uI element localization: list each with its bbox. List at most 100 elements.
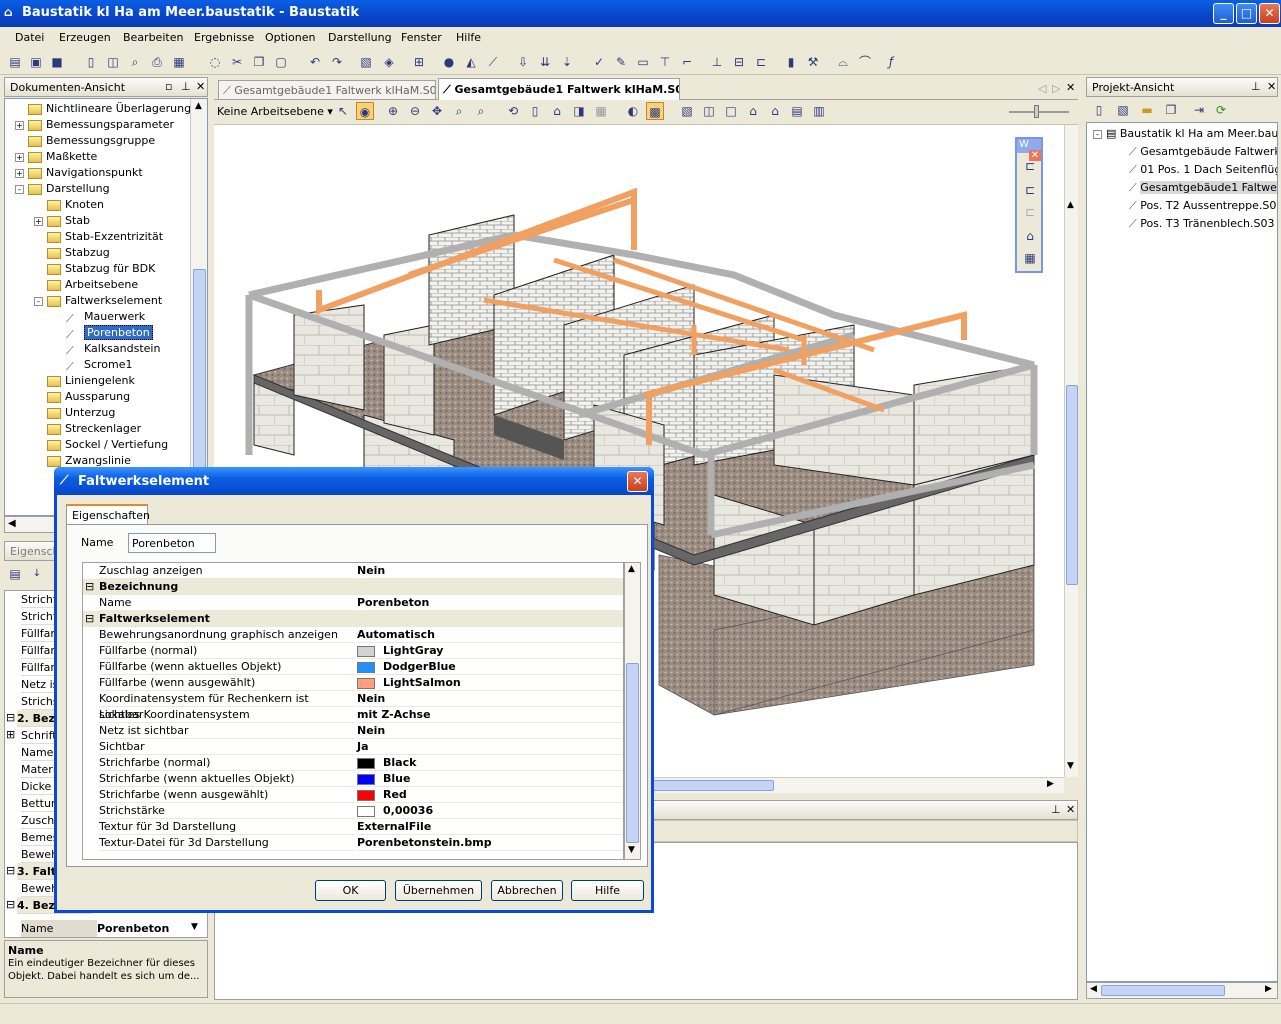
scroll-down-icon[interactable]: ▼ xyxy=(1067,761,1074,771)
tree-item[interactable]: Liniengelenk xyxy=(34,373,135,389)
copy-icon[interactable]: ❐ xyxy=(250,53,268,71)
scroll-left-icon[interactable]: ◀ xyxy=(1090,984,1097,994)
property-value[interactable]: Nein xyxy=(357,563,623,579)
property-row[interactable]: Strichstärke 0,00036 xyxy=(83,803,623,819)
menu-bearbeiten[interactable]: Bearbeiten xyxy=(123,31,183,44)
tab-document-1[interactable]: ⟋ Gesamtgebäude1 Faltwerk klHaM.S03 xyxy=(218,80,436,100)
dropdown-arrow-icon[interactable]: ▼ xyxy=(191,922,198,932)
menu-fenster[interactable]: Fenster xyxy=(401,31,442,44)
pencil-icon[interactable]: ✎ xyxy=(612,53,630,71)
property-row[interactable]: Bewehrungsanordnung graphisch anzeigen Au… xyxy=(83,627,623,643)
project-export-icon[interactable]: ⇥ xyxy=(1190,101,1208,119)
help-button[interactable]: Hilfe xyxy=(571,880,644,901)
tree-item[interactable]: Aussparung xyxy=(34,389,130,405)
property-row[interactable]: Füllfarbe (wenn ausgewählt) LightSalmon xyxy=(83,675,623,691)
project-add-icon[interactable]: ▧ xyxy=(1114,101,1132,119)
expand-toggle-icon[interactable]: - xyxy=(1093,129,1102,139)
view-house-icon[interactable]: ⌂ xyxy=(548,102,566,120)
property-value[interactable]: Porenbeton xyxy=(357,595,623,611)
zoom-slider-thumb[interactable] xyxy=(1034,105,1039,118)
property-row[interactable]: Sichtbar Ja xyxy=(83,739,623,755)
result-icon[interactable]: ⌓ xyxy=(834,53,852,71)
expand-toggle-icon[interactable]: - xyxy=(15,184,24,194)
new-icon[interactable]: ▤ xyxy=(6,53,24,71)
property-value[interactable]: Porenbetonstein.bmp xyxy=(357,835,623,851)
expand-toggle-icon[interactable]: ⊟ xyxy=(6,711,15,724)
menu-ergebnisse[interactable]: Ergebnisse xyxy=(194,31,254,44)
support-icon[interactable]: ◭ xyxy=(462,53,480,71)
property-value[interactable]: Nein xyxy=(357,691,623,707)
project-new-icon[interactable]: ▯ xyxy=(1090,101,1108,119)
cube-icon[interactable]: ◈ xyxy=(380,53,398,71)
bottom-close-icon[interactable]: ✕ xyxy=(1066,803,1075,816)
property-value[interactable]: LightGray xyxy=(357,643,623,659)
result2-icon[interactable]: ⌒ xyxy=(856,53,874,71)
scroll-right-icon[interactable]: ▶ xyxy=(1047,779,1054,789)
menu-optionen[interactable]: Optionen xyxy=(265,31,315,44)
property-row[interactable]: Zuschlag anzeigen Nein xyxy=(83,563,623,579)
scroll-up-icon[interactable]: ▲ xyxy=(1067,200,1074,210)
property-row[interactable]: Netz ist sichtbar Nein xyxy=(83,723,623,739)
project-copy-icon[interactable]: ❐ xyxy=(1162,101,1180,119)
pointer-icon[interactable]: ↖ xyxy=(334,102,352,120)
property-value[interactable]: Black xyxy=(357,755,623,771)
view-plan-icon[interactable]: ▥ xyxy=(810,102,828,120)
tree-item[interactable]: ⟋ Kalksandstein xyxy=(53,341,160,357)
scroll-up-icon[interactable]: ▲ xyxy=(195,101,202,111)
expand-toggle-icon[interactable]: - xyxy=(34,296,43,306)
project-item[interactable]: ⟋ Gesamtgebäude Faltwerk k xyxy=(1129,144,1277,160)
beam-icon[interactable]: ⟋ xyxy=(484,53,502,71)
property-row[interactable]: Strichfarbe (wenn aktuelles Objekt) Blue xyxy=(83,771,623,787)
tree-item[interactable]: ⟋ Porenbeton xyxy=(53,325,153,341)
zoom-slider-track[interactable] xyxy=(1009,111,1069,113)
property-value[interactable]: Red xyxy=(357,787,623,803)
property-row[interactable]: Strichfarbe (wenn ausgewählt) Red xyxy=(83,787,623,803)
doc-vscroll[interactable]: ▲ xyxy=(190,99,207,529)
project-item[interactable]: ⟋ Pos. T2 Aussentreppe.S03 xyxy=(1129,198,1277,214)
property-row[interactable]: Füllfarbe (normal) LightGray xyxy=(83,643,623,659)
project-item[interactable]: ⟋ Gesamtgebäude1 Faltwerk xyxy=(1129,180,1277,196)
scroll-right-icon[interactable]: ▶ xyxy=(1265,984,1272,994)
structure-icon[interactable]: ⊞ xyxy=(410,53,428,71)
cut-icon[interactable]: ✂ xyxy=(228,53,246,71)
zoom-window-icon[interactable]: ⌕ xyxy=(450,102,468,120)
view-3d-icon[interactable]: ▧ xyxy=(678,102,696,120)
categorized-icon[interactable]: ▤ xyxy=(6,565,24,583)
category-row[interactable]: ⊟ Bezeichnung xyxy=(83,579,623,595)
menu-datei[interactable]: Datei xyxy=(15,31,44,44)
tree-item[interactable]: Sockel / Vertiefung xyxy=(34,437,168,453)
tab-eigenschaften[interactable]: Eigenschaften xyxy=(66,504,150,525)
zoom-all-icon[interactable]: ⌕ xyxy=(472,102,490,120)
dialog-grid-vscroll[interactable]: ▲ ▼ xyxy=(624,562,641,860)
view-frame-icon[interactable]: □ xyxy=(722,102,740,120)
expand-toggle-icon[interactable]: ⊞ xyxy=(6,728,15,741)
check-icon[interactable]: ✓ xyxy=(590,53,608,71)
property-value[interactable]: Blue xyxy=(357,771,623,787)
property-value[interactable]: LightSalmon xyxy=(357,675,623,691)
project-pin-icon[interactable]: ⊥ xyxy=(1251,80,1261,93)
view-roof-icon[interactable]: ⌂ xyxy=(766,102,784,120)
page-icon[interactable]: ▯ xyxy=(82,53,100,71)
property-value[interactable]: ExternalFile xyxy=(357,819,623,835)
float-tool2-icon[interactable]: ⊏ xyxy=(1021,181,1039,199)
tree-item[interactable]: + Navigationspunkt xyxy=(15,165,143,181)
float-icon[interactable]: ▫ xyxy=(165,80,172,93)
view-iso-icon[interactable]: ⌂ xyxy=(744,102,762,120)
grid-icon[interactable]: ▦ xyxy=(592,102,610,120)
tbeam-icon[interactable]: ⊤ xyxy=(656,53,674,71)
load-icon[interactable]: ⇩ xyxy=(514,53,532,71)
minimize-button[interactable]: _ xyxy=(1213,3,1234,24)
tree-item[interactable]: ⟋ Scrome1 xyxy=(53,357,133,373)
tab-prev-icon[interactable]: ◁ xyxy=(1038,82,1046,95)
sort-az-icon[interactable]: ↓ xyxy=(28,565,46,583)
print2-icon[interactable]: ▦ xyxy=(170,53,188,71)
menu-hilfe[interactable]: Hilfe xyxy=(456,31,481,44)
ok-button[interactable]: OK xyxy=(315,880,386,901)
expand-toggle-icon[interactable]: + xyxy=(15,152,24,162)
tree-item[interactable]: + Maßkette xyxy=(15,149,97,165)
property-value[interactable]: Automatisch xyxy=(357,627,623,643)
zoom-page-icon[interactable]: ⌕ xyxy=(126,53,144,71)
project-refresh-icon[interactable]: ⟳ xyxy=(1212,101,1230,119)
zoom-icon[interactable]: ⊕ xyxy=(384,102,402,120)
apply-button[interactable]: Übernehmen xyxy=(395,880,482,901)
